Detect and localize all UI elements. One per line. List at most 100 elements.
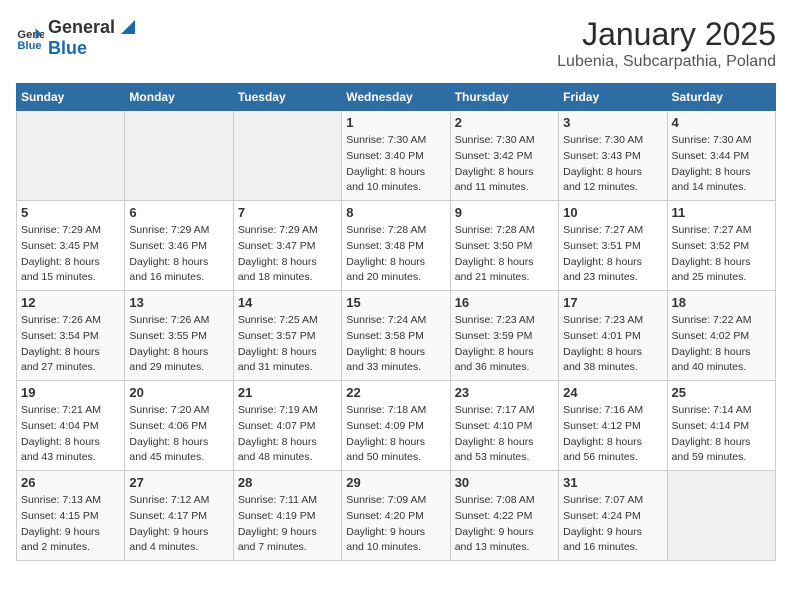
day-number: 29 xyxy=(346,475,445,490)
day-header-friday: Friday xyxy=(559,84,667,111)
calendar-cell: 2 Sunrise: 7:30 AMSunset: 3:42 PMDaylight… xyxy=(450,111,558,201)
calendar-week-1: 1 Sunrise: 7:30 AMSunset: 3:40 PMDaylight… xyxy=(17,111,776,201)
calendar-cell: 8Sunrise: 7:28 AMSunset: 3:48 PMDaylight… xyxy=(342,201,450,291)
day-header-tuesday: Tuesday xyxy=(233,84,341,111)
calendar-cell: 15 Sunrise: 7:24 AMSunset: 3:58 PMDayligh… xyxy=(342,291,450,381)
calendar-cell: 3 Sunrise: 7:30 AMSunset: 3:43 PMDaylight… xyxy=(559,111,667,201)
day-info: Sunrise: 7:27 AMSunset: 3:52 PMDaylight:… xyxy=(672,223,771,286)
calendar-cell xyxy=(125,111,233,201)
day-number: 23 xyxy=(455,385,554,400)
svg-text:Blue: Blue xyxy=(17,40,41,52)
calendar-header-row: SundayMondayTuesdayWednesdayThursdayFrid… xyxy=(17,84,776,111)
day-number: 27 xyxy=(129,475,228,490)
calendar-week-2: 5 Sunrise: 7:29 AMSunset: 3:45 PMDaylight… xyxy=(17,201,776,291)
day-number: 5 xyxy=(21,205,120,220)
title-block: January 2025 Lubenia, Subcarpathia, Pola… xyxy=(557,16,776,71)
day-info: Sunrise: 7:26 AMSunset: 3:54 PMDaylight:… xyxy=(21,313,120,376)
day-number: 21 xyxy=(238,385,337,400)
day-info: Sunrise: 7:12 AMSunset: 4:17 PMDaylight:… xyxy=(129,493,228,556)
page-header: General Blue General Blue January 2025 L… xyxy=(16,16,776,71)
day-number: 20 xyxy=(129,385,228,400)
day-info: Sunrise: 7:07 AMSunset: 4:24 PMDaylight:… xyxy=(563,493,662,556)
day-header-thursday: Thursday xyxy=(450,84,558,111)
logo-triangle-icon xyxy=(117,16,139,38)
day-info: Sunrise: 7:30 AMSunset: 3:43 PMDaylight:… xyxy=(563,133,662,196)
day-number: 19 xyxy=(21,385,120,400)
logo-general-text: General xyxy=(48,17,115,38)
subtitle: Lubenia, Subcarpathia, Poland xyxy=(557,53,776,71)
calendar-cell: 20 Sunrise: 7:20 AMSunset: 4:06 PMDayligh… xyxy=(125,381,233,471)
day-info: Sunrise: 7:29 AMSunset: 3:45 PMDaylight:… xyxy=(21,223,120,286)
calendar-cell: 13 Sunrise: 7:26 AMSunset: 3:55 PMDayligh… xyxy=(125,291,233,381)
calendar-cell xyxy=(667,471,775,561)
calendar-cell: 7Sunrise: 7:29 AMSunset: 3:47 PMDaylight… xyxy=(233,201,341,291)
svg-text:General: General xyxy=(17,29,44,41)
calendar-cell: 28 Sunrise: 7:11 AMSunset: 4:19 PMDayligh… xyxy=(233,471,341,561)
calendar-cell: 18 Sunrise: 7:22 AMSunset: 4:02 PMDayligh… xyxy=(667,291,775,381)
day-number: 22 xyxy=(346,385,445,400)
day-number: 10 xyxy=(563,205,662,220)
day-number: 17 xyxy=(563,295,662,310)
day-header-wednesday: Wednesday xyxy=(342,84,450,111)
day-number: 14 xyxy=(238,295,337,310)
day-number: 1 xyxy=(346,115,445,130)
day-header-sunday: Sunday xyxy=(17,84,125,111)
logo-icon: General Blue xyxy=(16,24,44,52)
calendar-cell xyxy=(17,111,125,201)
calendar-cell: 26 Sunrise: 7:13 AMSunset: 4:15 PMDayligh… xyxy=(17,471,125,561)
logo-blue-text: Blue xyxy=(48,38,87,58)
calendar-cell: 29 Sunrise: 7:09 AMSunset: 4:20 PMDayligh… xyxy=(342,471,450,561)
calendar-cell: 22 Sunrise: 7:18 AMSunset: 4:09 PMDayligh… xyxy=(342,381,450,471)
day-number: 30 xyxy=(455,475,554,490)
day-info: Sunrise: 7:09 AMSunset: 4:20 PMDaylight:… xyxy=(346,493,445,556)
day-number: 2 xyxy=(455,115,554,130)
day-number: 26 xyxy=(21,475,120,490)
calendar-cell: 30 Sunrise: 7:08 AMSunset: 4:22 PMDayligh… xyxy=(450,471,558,561)
day-number: 25 xyxy=(672,385,771,400)
day-info: Sunrise: 7:27 AMSunset: 3:51 PMDaylight:… xyxy=(563,223,662,286)
calendar-cell: 4Sunrise: 7:30 AMSunset: 3:44 PMDaylight… xyxy=(667,111,775,201)
day-info: Sunrise: 7:18 AMSunset: 4:09 PMDaylight:… xyxy=(346,403,445,466)
calendar-cell: 11Sunrise: 7:27 AMSunset: 3:52 PMDayligh… xyxy=(667,201,775,291)
day-info: Sunrise: 7:20 AMSunset: 4:06 PMDaylight:… xyxy=(129,403,228,466)
day-header-monday: Monday xyxy=(125,84,233,111)
day-info: Sunrise: 7:16 AMSunset: 4:12 PMDaylight:… xyxy=(563,403,662,466)
calendar-cell: 17Sunrise: 7:23 AMSunset: 4:01 PMDayligh… xyxy=(559,291,667,381)
day-number: 31 xyxy=(563,475,662,490)
calendar-cell: 5 Sunrise: 7:29 AMSunset: 3:45 PMDaylight… xyxy=(17,201,125,291)
calendar-cell: 1 Sunrise: 7:30 AMSunset: 3:40 PMDaylight… xyxy=(342,111,450,201)
calendar-week-3: 12 Sunrise: 7:26 AMSunset: 3:54 PMDayligh… xyxy=(17,291,776,381)
logo: General Blue General Blue xyxy=(16,16,139,59)
day-info: Sunrise: 7:30 AMSunset: 3:42 PMDaylight:… xyxy=(455,133,554,196)
calendar-cell: 19 Sunrise: 7:21 AMSunset: 4:04 PMDayligh… xyxy=(17,381,125,471)
calendar-cell: 24 Sunrise: 7:16 AMSunset: 4:12 PMDayligh… xyxy=(559,381,667,471)
day-number: 12 xyxy=(21,295,120,310)
calendar-cell: 16Sunrise: 7:23 AMSunset: 3:59 PMDayligh… xyxy=(450,291,558,381)
day-number: 18 xyxy=(672,295,771,310)
calendar-table: SundayMondayTuesdayWednesdayThursdayFrid… xyxy=(16,83,776,561)
day-number: 3 xyxy=(563,115,662,130)
day-info: Sunrise: 7:21 AMSunset: 4:04 PMDaylight:… xyxy=(21,403,120,466)
day-number: 24 xyxy=(563,385,662,400)
day-number: 28 xyxy=(238,475,337,490)
day-number: 6 xyxy=(129,205,228,220)
day-info: Sunrise: 7:29 AMSunset: 3:47 PMDaylight:… xyxy=(238,223,337,286)
calendar-week-5: 26 Sunrise: 7:13 AMSunset: 4:15 PMDayligh… xyxy=(17,471,776,561)
day-info: Sunrise: 7:08 AMSunset: 4:22 PMDaylight:… xyxy=(455,493,554,556)
day-number: 13 xyxy=(129,295,228,310)
calendar-cell: 23 Sunrise: 7:17 AMSunset: 4:10 PMDayligh… xyxy=(450,381,558,471)
day-info: Sunrise: 7:11 AMSunset: 4:19 PMDaylight:… xyxy=(238,493,337,556)
calendar-cell: 14 Sunrise: 7:25 AMSunset: 3:57 PMDayligh… xyxy=(233,291,341,381)
day-info: Sunrise: 7:14 AMSunset: 4:14 PMDaylight:… xyxy=(672,403,771,466)
day-info: Sunrise: 7:30 AMSunset: 3:40 PMDaylight:… xyxy=(346,133,445,196)
day-info: Sunrise: 7:13 AMSunset: 4:15 PMDaylight:… xyxy=(21,493,120,556)
day-header-saturday: Saturday xyxy=(667,84,775,111)
calendar-cell xyxy=(233,111,341,201)
calendar-cell: 6Sunrise: 7:29 AMSunset: 3:46 PMDaylight… xyxy=(125,201,233,291)
day-info: Sunrise: 7:22 AMSunset: 4:02 PMDaylight:… xyxy=(672,313,771,376)
day-info: Sunrise: 7:26 AMSunset: 3:55 PMDaylight:… xyxy=(129,313,228,376)
day-number: 15 xyxy=(346,295,445,310)
day-info: Sunrise: 7:25 AMSunset: 3:57 PMDaylight:… xyxy=(238,313,337,376)
day-info: Sunrise: 7:17 AMSunset: 4:10 PMDaylight:… xyxy=(455,403,554,466)
day-info: Sunrise: 7:24 AMSunset: 3:58 PMDaylight:… xyxy=(346,313,445,376)
